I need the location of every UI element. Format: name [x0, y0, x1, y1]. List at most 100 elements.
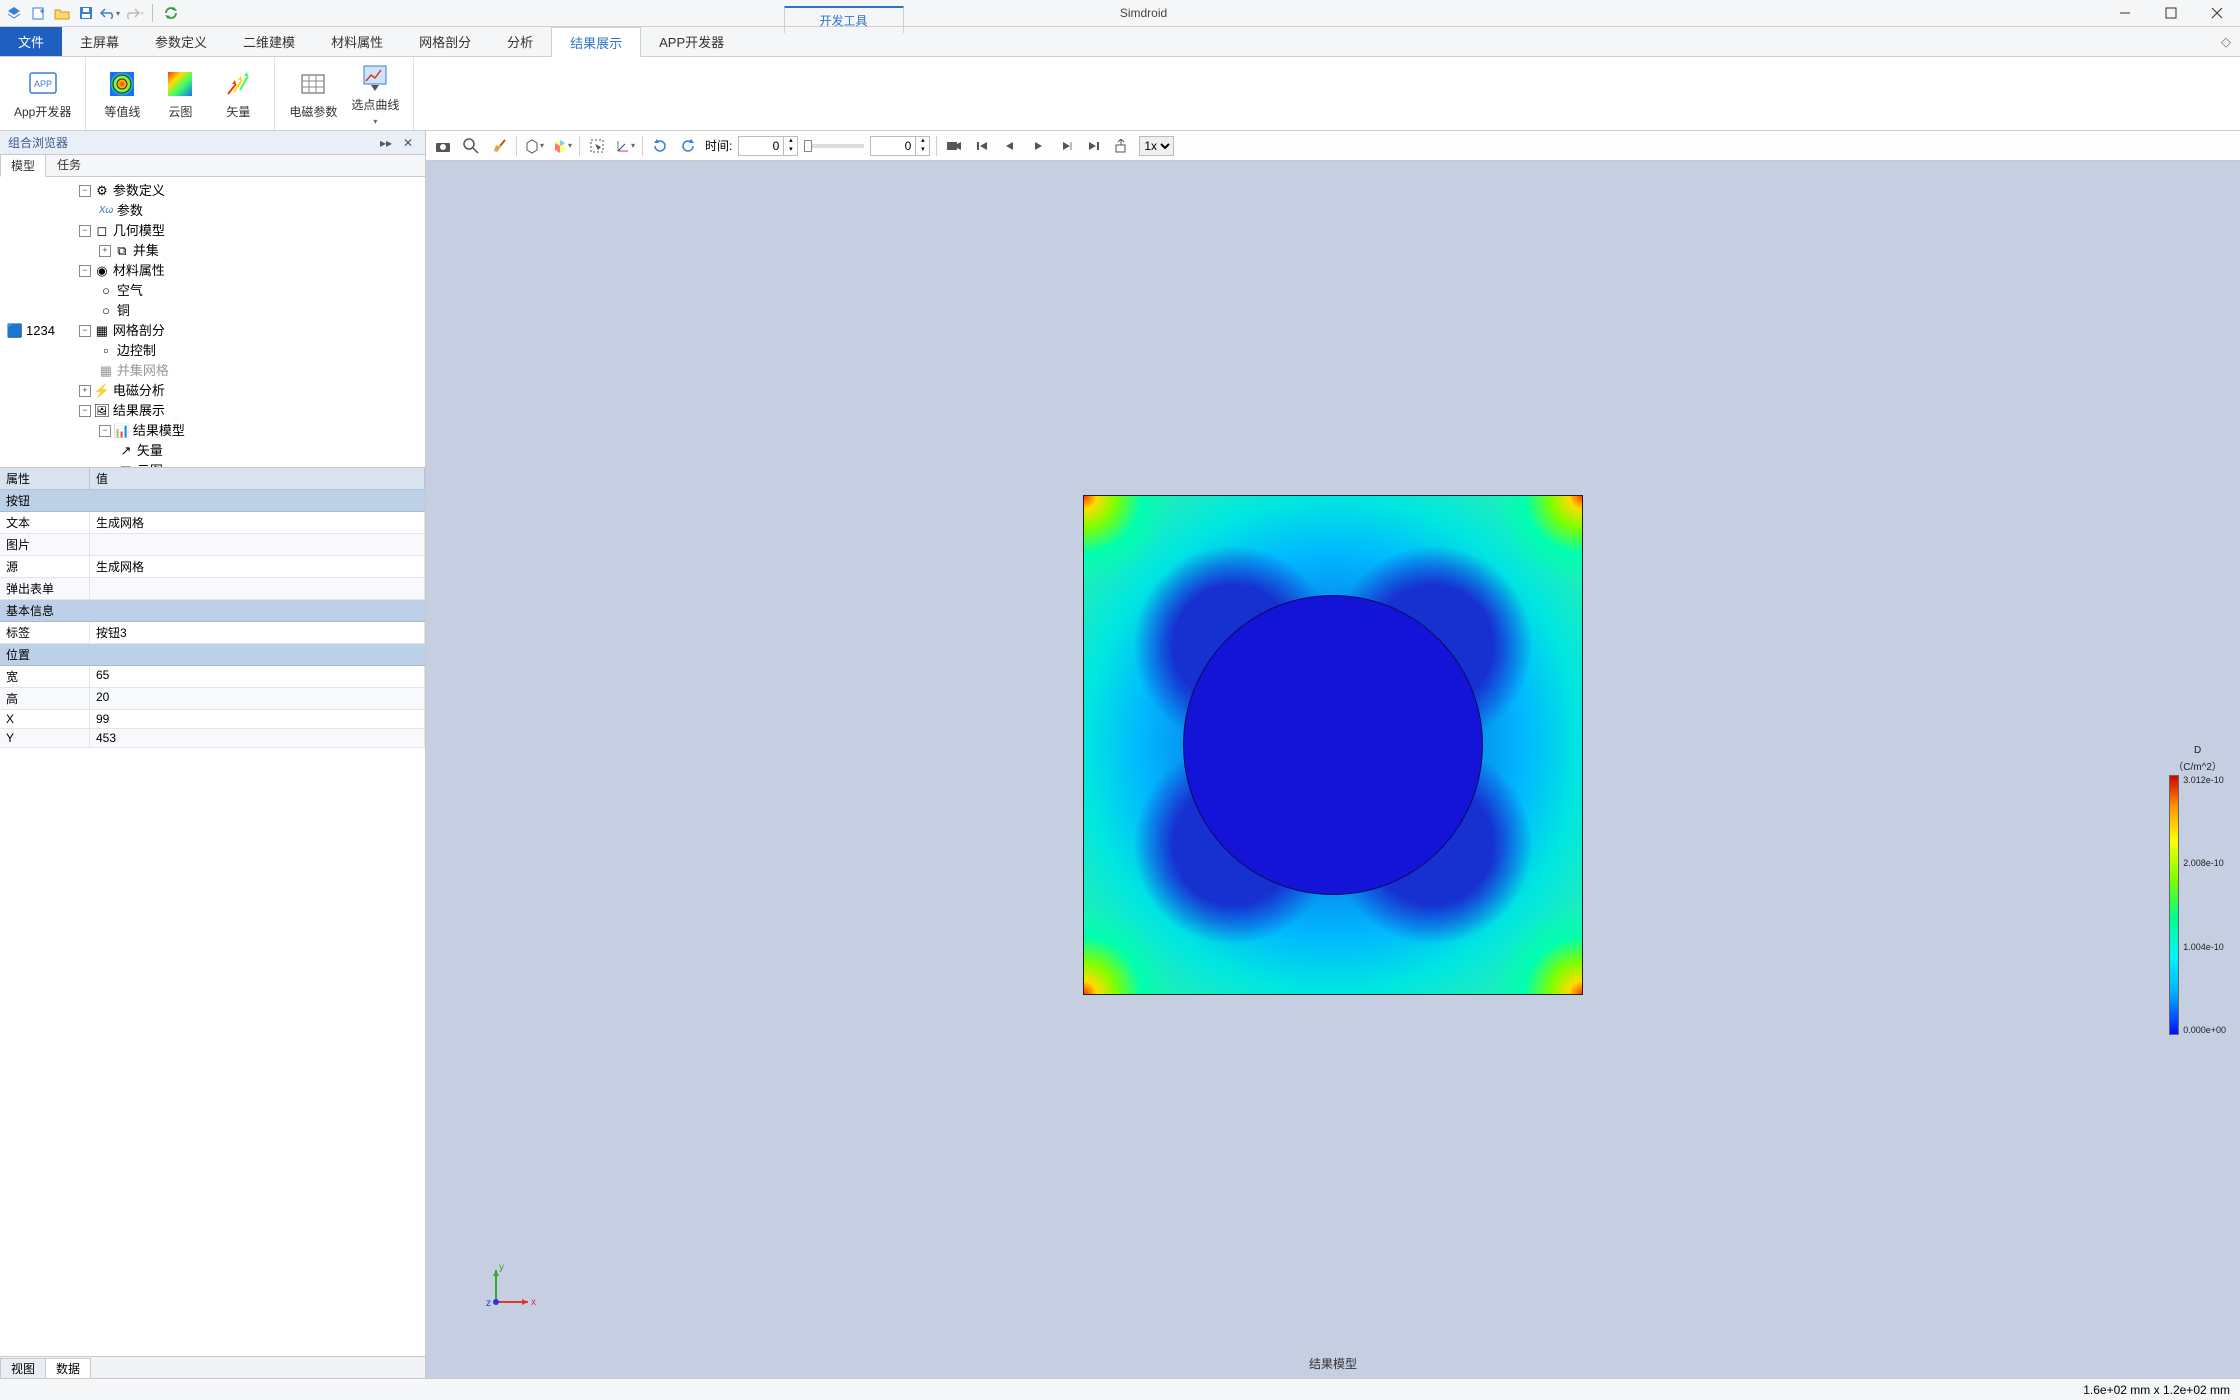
- time-start-input[interactable]: [739, 137, 783, 155]
- open-icon[interactable]: [52, 3, 72, 23]
- tree-node[interactable]: 结果模型: [133, 421, 185, 441]
- time-slider[interactable]: [804, 144, 864, 148]
- play-icon[interactable]: [1027, 135, 1049, 157]
- rotate-ccw-icon[interactable]: [677, 135, 699, 157]
- rotate-cw-icon[interactable]: [649, 135, 671, 157]
- time-end-spinner[interactable]: ▴▾: [870, 136, 930, 156]
- ribbon-cloud[interactable]: 云图: [158, 68, 202, 120]
- tab-material[interactable]: 材料属性: [313, 27, 401, 56]
- toggle-icon[interactable]: +: [99, 245, 111, 257]
- camera-icon[interactable]: [432, 135, 454, 157]
- skip-first-icon[interactable]: [971, 135, 993, 157]
- toggle-icon[interactable]: −: [79, 185, 91, 197]
- model-tree[interactable]: 🟦1234 −⚙参数定义 Xω参数 −◻几何模型 +⧉并集 −◉材料属性 ○空气…: [0, 177, 425, 467]
- tree-node[interactable]: 并集网格: [117, 361, 169, 381]
- tab-home[interactable]: 主屏幕: [62, 27, 137, 56]
- ribbon-contour[interactable]: 等值线: [100, 68, 144, 120]
- prop-value[interactable]: 99: [90, 710, 425, 729]
- prop-value[interactable]: 20: [90, 688, 425, 710]
- toggle-icon[interactable]: +: [79, 385, 91, 397]
- panel-title: 组合浏览器: [8, 134, 68, 151]
- prop-value[interactable]: [90, 534, 425, 556]
- tab-data[interactable]: 数据: [45, 1358, 91, 1378]
- prop-category[interactable]: 位置: [0, 644, 425, 666]
- tree-node[interactable]: 结果展示: [113, 401, 165, 421]
- tab-model[interactable]: 模型: [0, 154, 46, 177]
- prop-value[interactable]: 453: [90, 729, 425, 748]
- ribbon-em-params[interactable]: 电磁参数: [289, 68, 337, 120]
- tab-param-def[interactable]: 参数定义: [137, 27, 225, 56]
- palette-cube-icon[interactable]: ▾: [551, 135, 573, 157]
- tree-node[interactable]: 参数定义: [113, 181, 165, 201]
- tree-node[interactable]: 空气: [117, 281, 143, 301]
- time-start-spinner[interactable]: ▴▾: [738, 136, 798, 156]
- panel-collapse-icon[interactable]: ▸▸: [377, 134, 395, 152]
- prop-category[interactable]: 按钮: [0, 490, 425, 512]
- mesh-icon: ▦: [95, 324, 109, 338]
- new-icon[interactable]: [28, 3, 48, 23]
- collapse-ribbon-icon[interactable]: ◇: [2212, 27, 2240, 56]
- prop-value[interactable]: 65: [90, 666, 425, 688]
- prop-name: 弹出表单: [0, 578, 90, 600]
- redo-icon[interactable]: ▾: [124, 3, 144, 23]
- viewport-canvas[interactable]: x y z D （C/m^2） 3.012e-10 2.008e-10 1.00…: [426, 161, 2240, 1378]
- brush-icon[interactable]: [488, 135, 510, 157]
- close-button[interactable]: [2194, 0, 2240, 27]
- undo-icon[interactable]: ▾: [100, 3, 120, 23]
- tree-node[interactable]: 参数: [117, 201, 143, 221]
- time-end-input[interactable]: [871, 137, 915, 155]
- toggle-icon[interactable]: −: [79, 265, 91, 277]
- tab-results[interactable]: 结果展示: [551, 27, 641, 57]
- prop-value[interactable]: 生成网格: [90, 512, 425, 534]
- sphere-icon: ○: [99, 304, 113, 318]
- toggle-icon[interactable]: −: [79, 405, 91, 417]
- prop-name: 源: [0, 556, 90, 578]
- step-back-icon[interactable]: [999, 135, 1021, 157]
- refresh-icon[interactable]: [161, 3, 181, 23]
- save-icon[interactable]: [76, 3, 96, 23]
- maximize-button[interactable]: [2148, 0, 2194, 27]
- zoom-icon[interactable]: [460, 135, 482, 157]
- select-icon[interactable]: [586, 135, 608, 157]
- speed-select[interactable]: 1x: [1139, 136, 1174, 156]
- panel-close-icon[interactable]: ✕: [399, 134, 417, 152]
- prop-value[interactable]: 按钮3: [90, 622, 425, 644]
- record-icon[interactable]: [943, 135, 965, 157]
- tab-tasks[interactable]: 任务: [46, 153, 92, 176]
- svg-text:x: x: [531, 1297, 536, 1308]
- toggle-icon[interactable]: −: [79, 225, 91, 237]
- tree-node[interactable]: 材料属性: [113, 261, 165, 281]
- prop-value[interactable]: 生成网格: [90, 556, 425, 578]
- tab-analysis[interactable]: 分析: [489, 27, 551, 56]
- export-icon[interactable]: [1111, 135, 1133, 157]
- cube-icon[interactable]: ▾: [523, 135, 545, 157]
- file-menu[interactable]: 文件: [0, 27, 62, 56]
- tab-2d-model[interactable]: 二维建模: [225, 27, 313, 56]
- layers-icon[interactable]: [4, 3, 24, 23]
- left-top-tabs: 模型 任务: [0, 155, 425, 177]
- step-forward-icon[interactable]: [1055, 135, 1077, 157]
- tree-node[interactable]: 网格剖分: [113, 321, 165, 341]
- tab-view[interactable]: 视图: [0, 1358, 46, 1378]
- ribbon-app-developer[interactable]: APP App开发器: [14, 68, 71, 120]
- tab-mesh[interactable]: 网格剖分: [401, 27, 489, 56]
- ribbon-vector[interactable]: 矢量: [216, 68, 260, 120]
- tree-node[interactable]: 电磁分析: [113, 381, 165, 401]
- toggle-icon[interactable]: −: [79, 325, 91, 337]
- toggle-icon[interactable]: −: [99, 425, 111, 437]
- minimize-button[interactable]: [2102, 0, 2148, 27]
- tree-node[interactable]: 铜: [117, 301, 130, 321]
- tab-app-dev[interactable]: APP开发器: [641, 27, 742, 56]
- ribbon-label: 矢量: [226, 103, 250, 120]
- tree-node[interactable]: 几何模型: [113, 221, 165, 241]
- prop-value[interactable]: [90, 578, 425, 600]
- tree-node[interactable]: 并集: [133, 241, 159, 261]
- prop-category[interactable]: 基本信息: [0, 600, 425, 622]
- tree-node[interactable]: 边控制: [117, 341, 156, 361]
- legend-tick: 1.004e-10: [2183, 942, 2226, 952]
- tree-root[interactable]: 1234: [26, 321, 55, 341]
- tree-node[interactable]: 矢量: [137, 441, 163, 461]
- axes-icon[interactable]: ▾: [614, 135, 636, 157]
- ribbon-pick-curve[interactable]: 选点曲线▾: [351, 61, 399, 127]
- skip-last-icon[interactable]: [1083, 135, 1105, 157]
